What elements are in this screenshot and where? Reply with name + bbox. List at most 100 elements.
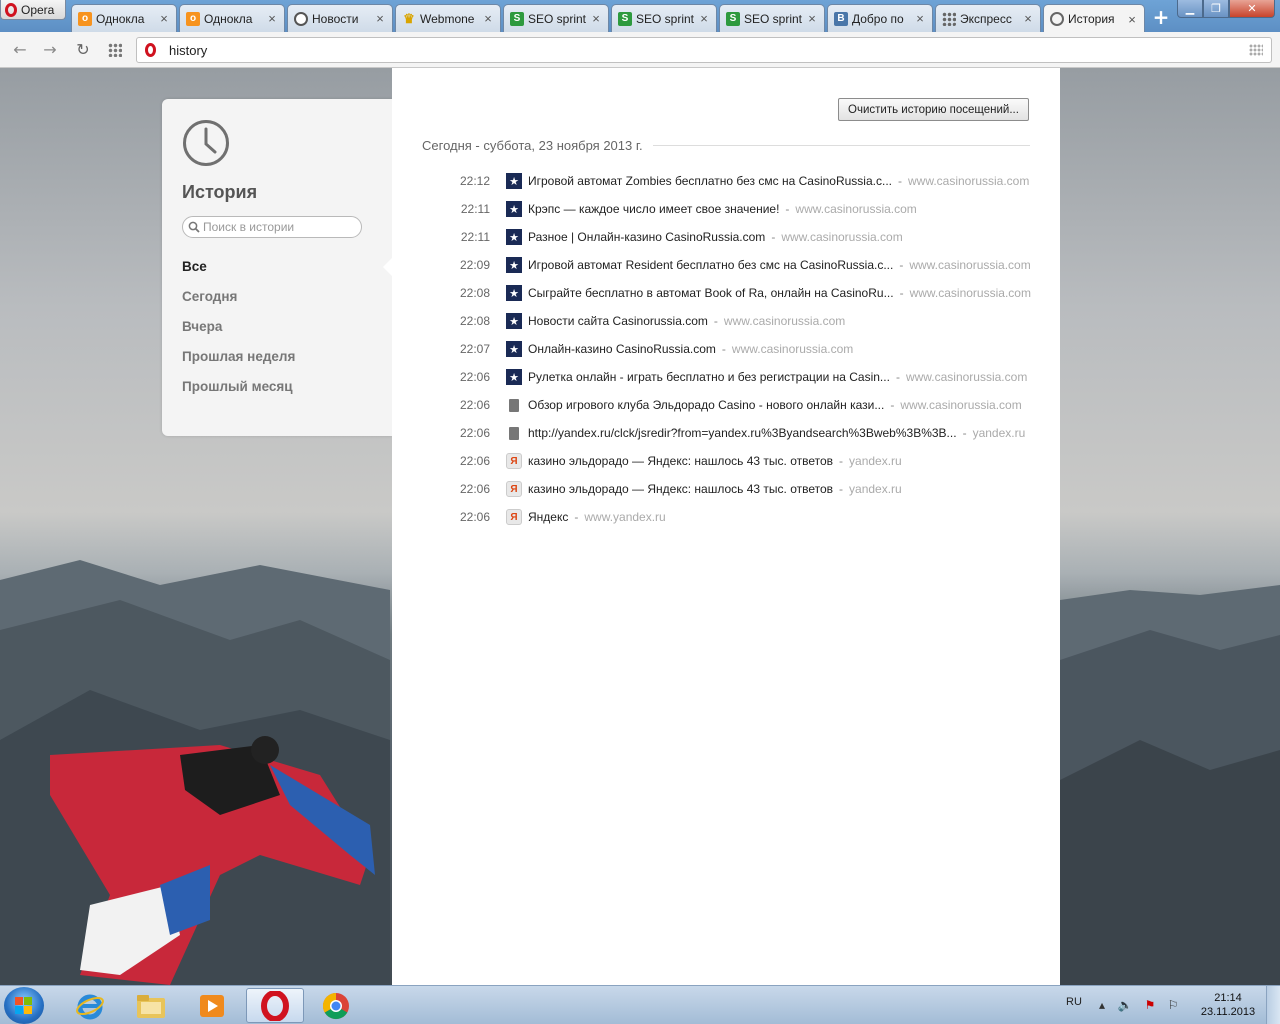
filter-last-week[interactable]: Прошлая неделя [182,347,295,377]
reload-icon[interactable]: ↻ [73,40,93,60]
tab-speed-dial[interactable]: Экспресс × [935,4,1041,32]
history-entry[interactable]: 22:08 ★ Новости сайта Casinorussia.com - www… [452,307,1032,335]
address-bar[interactable] [136,37,1272,63]
tab-close-icon[interactable]: × [914,11,926,26]
history-entry[interactable]: 22:09 ★ Игровой автомат Resident бесплатно… [452,251,1032,279]
entry-title-link[interactable]: Разное | Онлайн-казино CasinoRussia.com [528,230,765,244]
close-window-button[interactable]: ✕ [1229,0,1275,18]
entry-title-link[interactable]: Игровой автомат Zombies бесплатно без см… [528,174,892,188]
entry-title-link[interactable]: Онлайн-казино CasinoRussia.com [528,342,716,356]
entry-title-link[interactable]: казино эльдорадо — Яндекс: нашлось 43 ты… [528,482,833,496]
history-entry[interactable]: 22:06 http://yandex.ru/clck/jsredir?from=… [452,419,1032,447]
minimize-button[interactable]: ▁ [1177,0,1203,18]
clear-history-button[interactable]: Очистить историю посещений... [838,98,1029,121]
tab-news[interactable]: Новости × [287,4,393,32]
history-entry[interactable]: 22:06 Яказино эльдорадо — Яндекс: нашлось… [452,475,1032,503]
back-arrow-icon[interactable]: ← [10,40,30,60]
tab-close-icon[interactable]: × [1126,12,1138,27]
tab-close-icon[interactable]: × [374,11,386,26]
filter-yesterday[interactable]: Вчера [182,317,295,347]
entry-domain-link[interactable]: www.casinorussia.com [900,398,1021,412]
entry-domain-link[interactable]: www.casinorussia.com [906,370,1027,384]
address-bar-menu-icon[interactable] [1249,44,1263,56]
entry-separator: - [839,454,844,468]
network-error-icon[interactable]: ⚑ [1142,998,1158,1012]
entry-domain-link[interactable]: www.yandex.ru [584,510,665,524]
language-indicator[interactable]: RU [1066,996,1082,1008]
address-input[interactable] [169,41,1229,59]
history-search-input[interactable] [203,219,353,235]
tab-vk[interactable]: B Добро по × [827,4,933,32]
opera-icon[interactable] [246,988,304,1023]
opera-menu-button[interactable]: Opera [0,0,66,20]
speed-dial-grid-icon[interactable] [108,43,122,57]
file-explorer-icon[interactable] [122,988,180,1023]
history-entry-list: 22:12 ★ Игровой автомат Zombies бесплатно … [452,167,1032,531]
tab-close-icon[interactable]: × [482,11,494,26]
entry-domain-link[interactable]: www.casinorussia.com [908,174,1029,188]
entry-title-link[interactable]: Крэпс — каждое число имеет свое значение… [528,202,779,216]
entry-domain-link[interactable]: www.casinorussia.com [781,230,902,244]
tab-webmoney[interactable]: ♛ Webmone × [395,4,501,32]
new-tab-button[interactable]: + [1150,6,1172,28]
entry-title-link[interactable]: Сыграйте бесплатно в автомат Book of Ra,… [528,286,894,300]
entry-domain-link[interactable]: yandex.ru [849,454,902,468]
volume-icon[interactable]: 🔈 [1117,998,1133,1012]
entry-domain-link[interactable]: www.casinorussia.com [795,202,916,216]
action-center-icon[interactable]: ⚐ [1165,998,1181,1012]
tab-close-icon[interactable]: × [590,11,602,26]
tab-label: Экспресс [960,11,1012,26]
history-entry[interactable]: 22:07 ★ Онлайн-казино CasinoRussia.com - www… [452,335,1032,363]
entry-title-link[interactable]: Рулетка онлайн - играть бесплатно и без … [528,370,890,384]
start-button[interactable] [4,987,44,1024]
entry-domain-link[interactable]: yandex.ru [973,426,1026,440]
tab-seo-sprint-2[interactable]: S SEO sprint × [611,4,717,32]
entry-domain-link[interactable]: www.casinorussia.com [910,286,1031,300]
tab-history[interactable]: История × [1043,4,1145,33]
entry-domain-link[interactable]: www.casinorussia.com [724,314,845,328]
history-entry[interactable]: 22:08 ★ Сыграйте бесплатно в автомат Book … [452,279,1032,307]
entry-domain-link[interactable]: www.casinorussia.com [732,342,853,356]
forward-arrow-icon[interactable]: → [40,40,60,60]
entry-domain-link[interactable]: yandex.ru [849,482,902,496]
show-desktop-button[interactable] [1266,986,1280,1024]
tab-seo-sprint-1[interactable]: S SEO sprint × [503,4,609,32]
tab-close-icon[interactable]: × [1022,11,1034,26]
tray-expand-icon[interactable]: ▴ [1094,998,1110,1012]
entry-title-link[interactable]: Новости сайта Casinorussia.com [528,314,708,328]
tab-close-icon[interactable]: × [698,11,710,26]
media-player-icon[interactable] [183,988,241,1023]
entry-title-link[interactable]: http://yandex.ru/clck/jsredir?from=yande… [528,426,957,440]
history-entry[interactable]: 22:11 ★ Крэпс — каждое число имеет свое зн… [452,195,1032,223]
system-clock[interactable]: 21:14 23.11.2013 [1198,991,1258,1019]
filter-all[interactable]: Все [182,257,295,287]
tab-close-icon[interactable]: × [266,11,278,26]
history-entry[interactable]: 22:06 Я Яндекс - www.yandex.ru [452,503,1032,531]
chrome-icon[interactable] [307,988,365,1023]
history-entry[interactable]: 22:06 Яказино эльдорадо — Яндекс: нашлось… [452,447,1032,475]
history-entry[interactable]: 22:12 ★ Игровой автомат Zombies бесплатно … [452,167,1032,195]
history-entry[interactable]: 22:06 Обзор игрового клуба Эльдорадо Casi… [452,391,1032,419]
entry-separator: - [771,230,776,244]
tab-odnoklassniki-1[interactable]: о Однокла × [71,4,177,32]
entry-title-link[interactable]: Обзор игрового клуба Эльдорадо Casino - … [528,398,884,412]
history-entry[interactable]: 22:11 ★ Разное | Онлайн-казино CasinoRussi… [452,223,1032,251]
yandex-favicon-icon: Я [506,453,522,469]
day-heading-divider [652,145,1030,146]
opera-logo-icon [5,2,17,17]
tab-seo-sprint-3[interactable]: S SEO sprint × [719,4,825,32]
entry-title-link[interactable]: Игровой автомат Resident бесплатно без с… [528,258,893,272]
entry-domain-link[interactable]: www.casinorussia.com [909,258,1030,272]
internet-explorer-icon[interactable] [61,988,119,1023]
history-search-box[interactable] [182,216,362,238]
filter-today[interactable]: Сегодня [182,287,295,317]
tab-close-icon[interactable]: × [806,11,818,26]
entry-title-link[interactable]: Яндекс [528,510,568,524]
history-entry[interactable]: 22:06 ★ Рулетка онлайн - играть бесплатно … [452,363,1032,391]
filter-last-month[interactable]: Прошлый месяц [182,377,295,407]
maximize-button[interactable]: ❐ [1203,0,1229,18]
tab-label: Однокла [96,11,145,26]
entry-title-link[interactable]: казино эльдорадо — Яндекс: нашлось 43 ты… [528,454,833,468]
tab-odnoklassniki-2[interactable]: о Однокла × [179,4,285,32]
tab-close-icon[interactable]: × [158,11,170,26]
